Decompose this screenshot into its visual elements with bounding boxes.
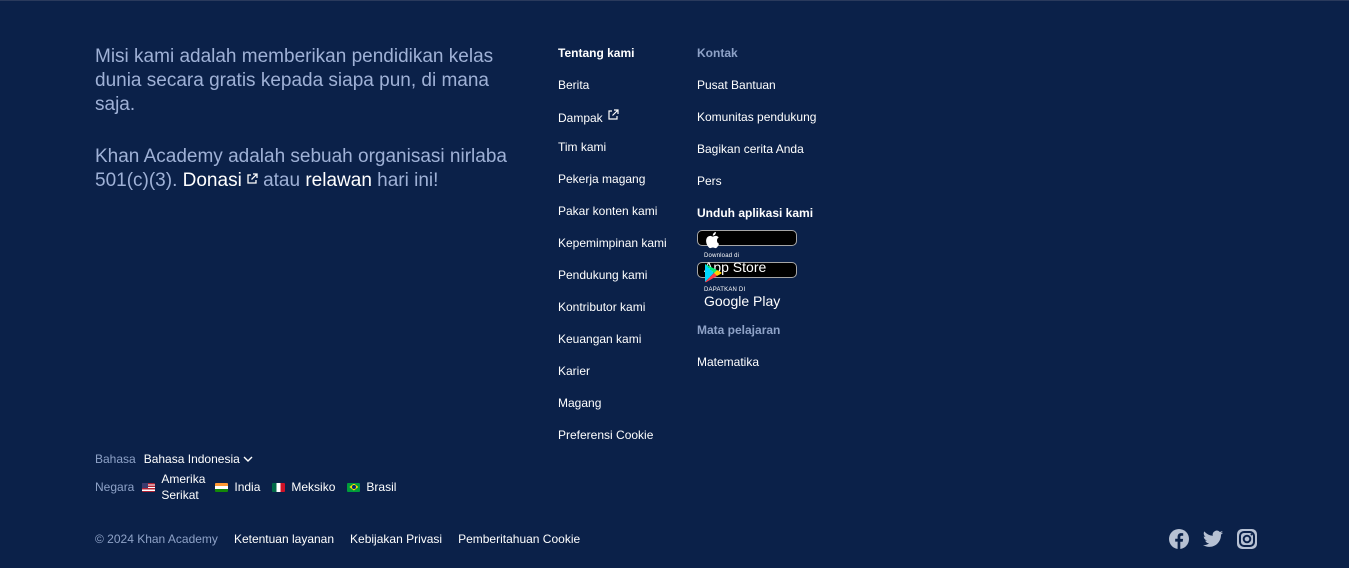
mission-statement: Misi kami adalah memberikan pendidikan k… [95,45,525,221]
subjects-heading: Mata pelajaran [697,323,781,337]
link-terms[interactable]: Ketentuan layanan [234,532,334,546]
link-dampak[interactable]: Dampak [558,109,667,125]
link-keuangan[interactable]: Keuangan kami [558,331,667,347]
social-links [1168,528,1258,550]
country-india[interactable]: India [215,480,260,494]
volunteer-link[interactable]: relawan [305,170,372,191]
mexico-flag-icon [272,482,286,492]
today-text: hari ini! [377,170,439,191]
google-play-icon [705,264,722,283]
india-flag-icon [215,482,229,492]
nonprofit-text: Khan Academy adalah sebuah organisasi ni… [95,145,525,193]
link-bagikan-cerita[interactable]: Bagikan cerita Anda [697,141,816,157]
donate-link[interactable]: Donasi [183,170,258,191]
link-pekerja-magang[interactable]: Pekerja magang [558,171,667,187]
footer-bottom: © 2024 Khan Academy Ketentuan layanan Ke… [95,532,596,546]
link-matematika[interactable]: Matematika [697,354,816,370]
apple-icon [706,232,719,249]
link-preferensi-cookie[interactable]: Preferensi Cookie [558,427,667,443]
country-label: Negara [95,480,135,494]
external-link-icon [247,173,258,184]
link-karier[interactable]: Karier [558,363,667,379]
link-magang[interactable]: Magang [558,395,667,411]
country-us[interactable]: Amerika Serikat [142,471,205,503]
or-text: atau [263,170,301,191]
copyright: © 2024 Khan Academy [95,532,218,546]
mission-text: Misi kami adalah memberikan pendidikan k… [95,46,494,115]
link-tim-kami[interactable]: Tim kami [558,139,667,155]
link-kepemimpinan[interactable]: Kepemimpinan kami [558,235,667,251]
nonprofit-prefix: Khan Academy adalah sebuah organisasi ni… [95,146,507,191]
link-pakar-konten[interactable]: Pakar konten kami [558,203,667,219]
link-pendukung[interactable]: Pendukung kami [558,267,667,283]
link-pusat-bantuan[interactable]: Pusat Bantuan [697,77,816,93]
instagram-icon[interactable] [1236,528,1258,550]
language-selector-area: Bahasa Bahasa Indonesia Negara Amerika S… [95,451,408,503]
link-privacy[interactable]: Kebijakan Privasi [350,532,442,546]
contact-heading: Kontak [697,46,738,60]
apps-heading: Unduh aplikasi kami [697,206,814,220]
link-pers[interactable]: Pers [697,173,816,189]
country-brazil[interactable]: Brasil [347,480,396,494]
about-column: Tentang kami Berita Dampak Tim kami Peke… [558,45,667,459]
brazil-flag-icon [347,482,361,492]
contact-column: Kontak Pusat Bantuan Komunitas pendukung… [697,45,816,386]
language-label: Bahasa [95,452,136,466]
about-heading: Tentang kami [558,46,635,60]
link-berita[interactable]: Berita [558,77,667,93]
twitter-icon[interactable] [1202,528,1224,550]
us-flag-icon [142,482,156,492]
country-mexico[interactable]: Meksiko [272,480,335,494]
link-cookie-notice[interactable]: Pemberitahuan Cookie [458,532,580,546]
link-komunitas[interactable]: Komunitas pendukung [697,109,816,125]
language-dropdown[interactable]: Bahasa Indonesia [144,452,253,466]
chevron-down-icon [243,456,253,462]
googleplay-big: Google Play [704,293,781,309]
external-link-icon [608,109,619,120]
facebook-icon[interactable] [1168,528,1190,550]
link-kontributor[interactable]: Kontributor kami [558,299,667,315]
app-store-button[interactable]: Download di App Store [697,230,797,274]
